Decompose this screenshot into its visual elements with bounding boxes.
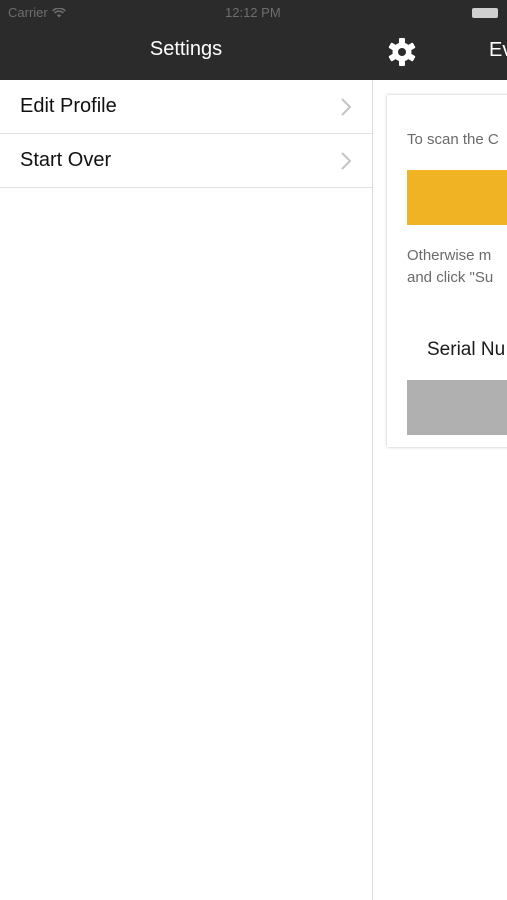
instruction-line-1: Otherwise m xyxy=(407,247,492,264)
manual-entry-instruction: Otherwise m and click "Su xyxy=(407,245,493,289)
settings-title: Settings xyxy=(149,38,223,60)
settings-item-edit-profile[interactable]: Edit Profile xyxy=(0,80,372,134)
serial-number-field[interactable] xyxy=(407,380,507,435)
scan-instruction: To scan the C xyxy=(407,131,499,148)
scan-card: To scan the C Otherwise m and click "Su … xyxy=(387,95,507,447)
top-bar: Carrier 12:12 PM Settings Ev xyxy=(0,0,507,80)
settings-item-label: Edit Profile xyxy=(20,95,117,117)
status-time: 12:12 PM xyxy=(225,5,281,20)
serial-number-label: Serial Nu xyxy=(427,339,506,360)
scan-button[interactable] xyxy=(407,170,507,225)
instruction-line-2: and click "Su xyxy=(407,269,494,286)
battery-icon xyxy=(472,8,498,18)
status-carrier: Carrier xyxy=(8,5,66,20)
settings-item-label: Start Over xyxy=(20,149,112,171)
detail-pane: To scan the C Otherwise m and click "Su … xyxy=(373,80,507,900)
chevron-right-icon xyxy=(341,98,352,116)
carrier-label: Carrier xyxy=(8,5,48,20)
chevron-right-icon xyxy=(341,152,352,170)
gear-icon[interactable] xyxy=(386,36,418,68)
wifi-icon xyxy=(51,7,66,17)
main-title: Ev xyxy=(489,39,507,61)
settings-panel: Edit Profile Start Over xyxy=(0,80,372,900)
settings-item-start-over[interactable]: Start Over xyxy=(0,134,372,188)
